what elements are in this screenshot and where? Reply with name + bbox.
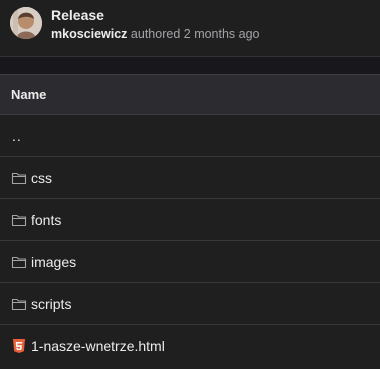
commit-meta: mkosciewicz authored 2 months ago (51, 26, 260, 42)
commit-time: 2 months ago (183, 27, 260, 41)
folder-icon (11, 254, 27, 270)
column-header-name: Name (0, 74, 380, 115)
folder-icon (11, 296, 27, 312)
file-name-link[interactable]: images (31, 253, 76, 271)
avatar-image (10, 7, 42, 39)
table-row[interactable]: images (0, 241, 380, 283)
folder-icon (11, 212, 27, 228)
table-row[interactable]: 1-nasze-wnetrze.html (0, 325, 380, 367)
commit-author[interactable]: mkosciewicz (51, 27, 127, 41)
html5-icon (11, 338, 27, 354)
avatar[interactable] (10, 7, 42, 39)
table-row[interactable]: css (0, 157, 380, 199)
file-name-link[interactable]: fonts (31, 211, 61, 229)
file-name-link[interactable]: 1-nasze-wnetrze.html (31, 337, 165, 355)
table-row[interactable]: scripts (0, 283, 380, 325)
commit-title[interactable]: Release (51, 6, 104, 24)
folder-icon (11, 170, 27, 186)
last-commit-bar: Release mkosciewicz authored 2 months ag… (0, 0, 380, 56)
file-tree-table: Name .. css fonts images scripts 1-nasze… (0, 74, 380, 367)
file-name-link[interactable]: css (31, 169, 52, 187)
section-divider (0, 56, 380, 75)
parent-directory-row[interactable]: .. (0, 115, 380, 157)
parent-directory-link[interactable]: .. (12, 127, 22, 145)
commit-action: authored (130, 27, 181, 41)
table-row[interactable]: fonts (0, 199, 380, 241)
file-name-link[interactable]: scripts (31, 295, 71, 313)
